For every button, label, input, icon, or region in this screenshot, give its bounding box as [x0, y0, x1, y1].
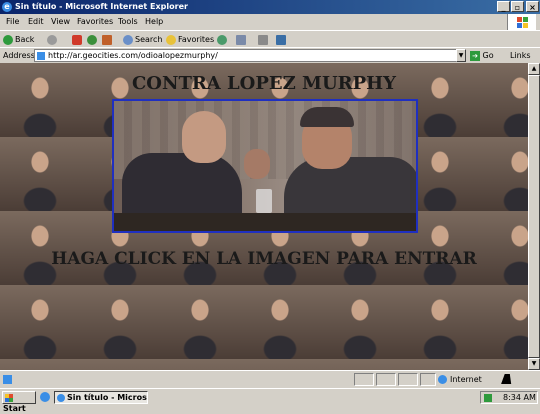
photo-glass [256, 189, 272, 213]
stop-icon [72, 34, 82, 45]
windows-logo-icon [507, 14, 536, 30]
scroll-down-button[interactable]: ▼ [528, 358, 540, 370]
security-zone: Internet [438, 373, 482, 386]
favorites-button[interactable]: Favorites [166, 33, 214, 46]
window-title-bar[interactable]: e Sin título - Microsoft Internet Explor… [0, 0, 540, 14]
maximize-button[interactable]: ▫ [511, 1, 524, 12]
photo-background-person [244, 149, 270, 179]
home-button[interactable] [102, 33, 114, 46]
go-label: Go [482, 51, 494, 60]
window-title: Sin título - Microsoft Internet Explorer [15, 2, 188, 11]
internet-zone-icon [438, 375, 447, 384]
status-pane [420, 373, 436, 386]
ie-icon: e [2, 2, 12, 12]
taskbar: Start Sin título - Microsoft I... 8:34 A… [0, 388, 540, 413]
ie-icon [57, 393, 65, 402]
start-button[interactable]: Start [2, 391, 36, 413]
refresh-button[interactable] [87, 33, 99, 46]
stop-button[interactable] [72, 33, 84, 46]
menu-view[interactable]: View [51, 14, 70, 30]
page-heading-top: CONTRA LOPEZ MURPHY [131, 73, 396, 94]
search-button[interactable]: Search [123, 33, 162, 46]
windows-flag-icon [5, 393, 13, 402]
back-button[interactable]: Back [3, 33, 34, 46]
menu-bar: File Edit View Favorites Tools Help [0, 14, 540, 30]
quick-launch-ie-icon[interactable] [40, 392, 50, 402]
clock[interactable]: 8:34 AM [503, 392, 536, 403]
address-bar: Address http://ar.geocities.com/odioalop… [0, 47, 540, 64]
system-tray: 8:34 AM [480, 391, 538, 404]
home-icon [102, 34, 112, 45]
minimize-button[interactable]: _ [497, 1, 510, 12]
task-label: Sin título - Microsoft I... [67, 393, 147, 402]
edit-icon [276, 34, 286, 45]
forward-arrow-icon [47, 34, 57, 45]
vertical-scrollbar[interactable]: ▲ ▼ [528, 63, 540, 370]
mail-icon [236, 34, 246, 45]
back-label: Back [15, 35, 35, 44]
status-bar: Internet [0, 370, 540, 389]
scroll-thumb[interactable] [528, 75, 540, 358]
entry-image-link[interactable] [112, 99, 418, 233]
address-input[interactable]: http://ar.geocities.com/odioalopezmurphy… [34, 49, 466, 62]
mail-button[interactable] [236, 33, 248, 46]
taskbar-ie-window[interactable]: Sin título - Microsoft I... [54, 391, 148, 404]
page-content: CONTRA LOPEZ MURPHY HAGA CLICK EN LA IMA… [0, 63, 528, 370]
favorites-label: Favorites [178, 35, 215, 44]
address-dropdown-button[interactable]: ▼ [456, 49, 466, 62]
status-pane [354, 373, 374, 386]
network-icon[interactable] [484, 394, 492, 402]
start-label: Start [3, 404, 26, 413]
history-icon [217, 34, 227, 45]
edit-button[interactable] [276, 33, 288, 46]
address-url: http://ar.geocities.com/odioalopezmurphy… [48, 51, 218, 60]
page-heading-bottom: HAGA CLICK EN LA IMAGEN PARA ENTRAR [51, 249, 477, 269]
menu-favorites[interactable]: Favorites [77, 14, 113, 30]
menu-tools[interactable]: Tools [118, 14, 138, 30]
close-button[interactable]: × [526, 1, 539, 12]
go-arrow-icon: ➔ [470, 50, 480, 61]
page-status-icon [3, 375, 12, 384]
search-label: Search [135, 35, 163, 44]
address-label: Address [3, 51, 35, 60]
back-arrow-icon [3, 34, 13, 45]
history-button[interactable] [217, 33, 229, 46]
links-button[interactable]: Links [510, 50, 531, 62]
forward-button[interactable] [47, 33, 59, 46]
favorites-star-icon [166, 34, 176, 45]
go-button[interactable]: ➔ Go [470, 49, 494, 62]
print-icon [258, 34, 268, 45]
scroll-up-button[interactable]: ▲ [528, 63, 540, 75]
menu-help[interactable]: Help [145, 14, 163, 30]
zone-label: Internet [450, 375, 482, 384]
menu-edit[interactable]: Edit [28, 14, 44, 30]
page-icon [37, 52, 45, 60]
status-pane [398, 373, 418, 386]
menu-file[interactable]: File [6, 14, 19, 30]
refresh-icon [87, 34, 97, 45]
status-pane [376, 373, 396, 386]
print-button[interactable] [258, 33, 270, 46]
photo-table [114, 213, 416, 231]
search-icon [123, 34, 133, 45]
standard-toolbar: Back Search Favorites [0, 30, 540, 48]
